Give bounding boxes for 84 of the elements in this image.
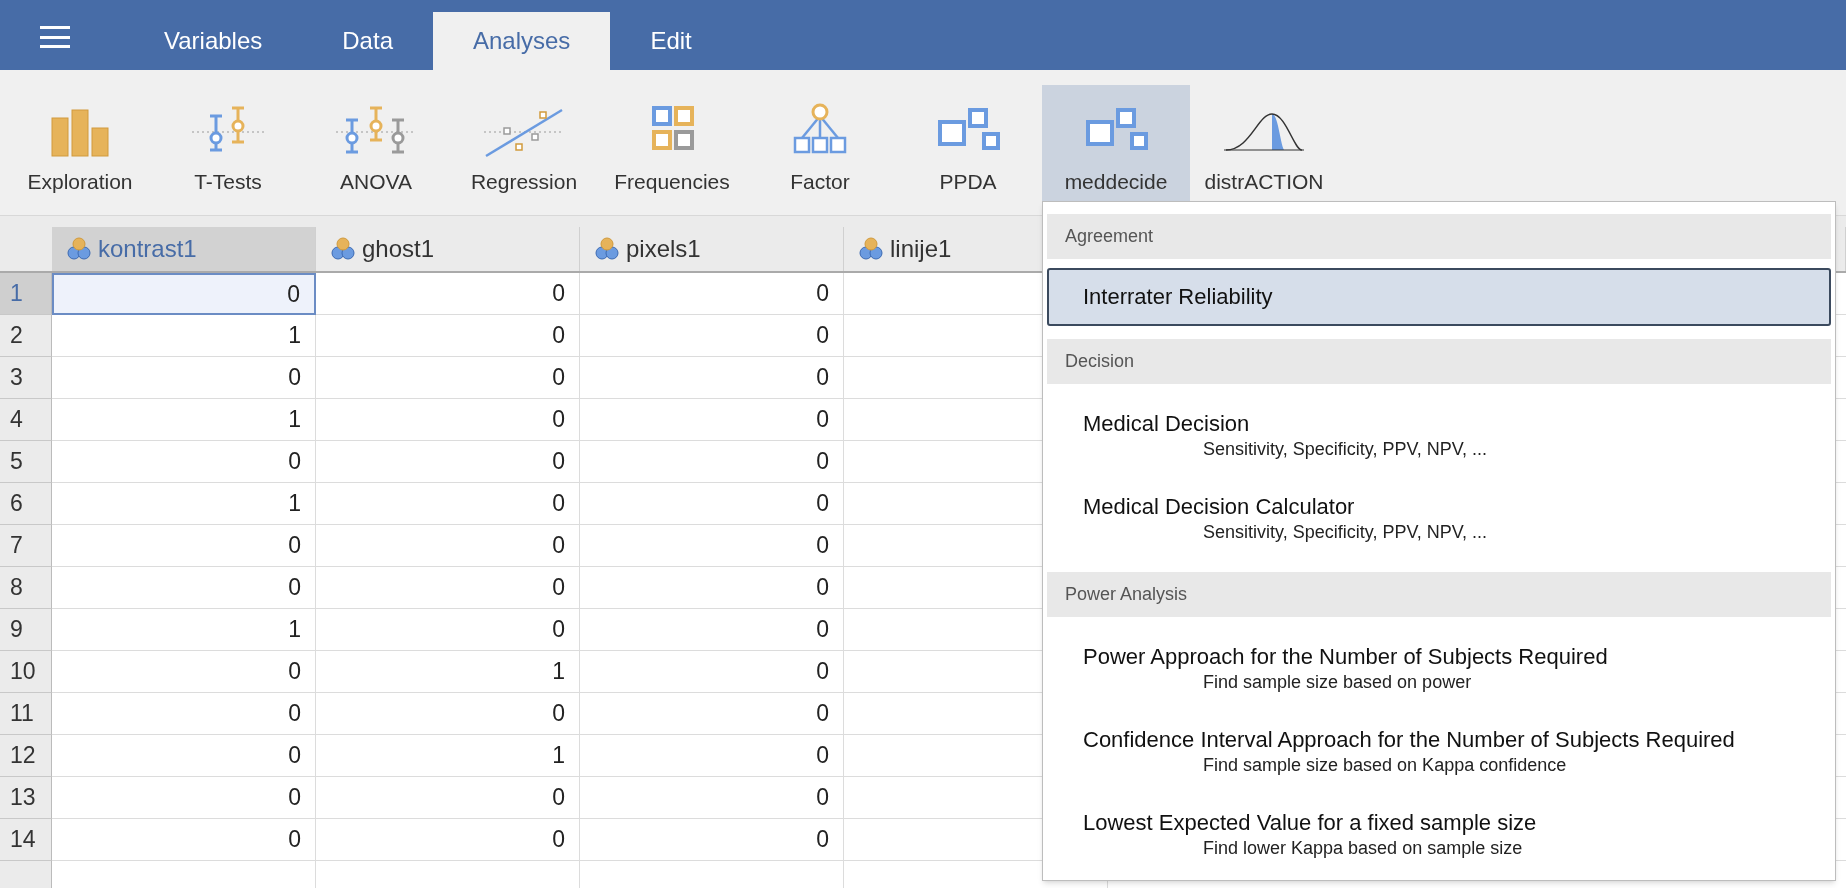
- table-cell: 0: [316, 441, 580, 483]
- toolbar-button[interactable]: Frequencies: [598, 85, 746, 215]
- table-cell: 1: [52, 399, 316, 441]
- row-number: 12: [0, 735, 52, 777]
- toolbar-button[interactable]: Exploration: [6, 85, 154, 215]
- table-cell: 0: [580, 273, 844, 315]
- menu-item[interactable]: Medical Decision Sensitivity, Specificity, PPV, NPV, ...: [1047, 393, 1831, 476]
- tab[interactable]: Edit: [610, 12, 732, 70]
- table-cell: 1: [52, 315, 316, 357]
- table-cell: 0: [316, 609, 580, 651]
- table-cell: 0: [580, 651, 844, 693]
- table-cell: 0: [52, 567, 316, 609]
- table-cell: 0: [52, 357, 316, 399]
- row-number: 13: [0, 777, 52, 819]
- row-number: 1: [0, 273, 52, 315]
- column-header[interactable]: ghost1: [316, 227, 580, 271]
- table-cell: 0: [580, 315, 844, 357]
- table-cell: 0: [580, 357, 844, 399]
- table-cell: 0: [316, 567, 580, 609]
- table-cell: 0: [52, 819, 316, 861]
- tab[interactable]: Analyses: [433, 12, 611, 70]
- table-cell: 0: [316, 357, 580, 399]
- table-cell: 0: [316, 273, 580, 315]
- table-cell: 0: [52, 777, 316, 819]
- menu-item[interactable]: Medical Decision Calculator Sensitivity, Specificity, PPV, NPV, ...: [1047, 476, 1831, 559]
- section-header: Decision: [1047, 339, 1831, 384]
- toolbar-button[interactable]: PPDA: [894, 85, 1042, 215]
- toolbar-button[interactable]: ANOVA: [302, 85, 450, 215]
- tab[interactable]: Data: [302, 12, 433, 70]
- table-cell: 0: [580, 777, 844, 819]
- table-cell: 1: [52, 609, 316, 651]
- menu-item[interactable]: Power Approach for the Number of Subjects Required Find sample size based on power: [1047, 626, 1831, 709]
- table-cell: 0: [316, 777, 580, 819]
- table-cell: 1: [316, 735, 580, 777]
- table-cell: 0: [580, 693, 844, 735]
- table-cell: 0: [316, 483, 580, 525]
- table-cell: 0: [316, 315, 580, 357]
- table-cell: 0: [316, 819, 580, 861]
- table-cell: 0: [580, 483, 844, 525]
- row-number: 4: [0, 399, 52, 441]
- table-cell: 0: [316, 693, 580, 735]
- row-number: 7: [0, 525, 52, 567]
- row-number: 6: [0, 483, 52, 525]
- table-cell: 1: [52, 483, 316, 525]
- table-cell: 0: [580, 567, 844, 609]
- table-cell: 0: [580, 609, 844, 651]
- table-cell: 0: [52, 693, 316, 735]
- row-number: 8: [0, 567, 52, 609]
- table-cell: 0: [580, 441, 844, 483]
- table-cell: 0: [580, 819, 844, 861]
- table-cell: 0: [52, 735, 316, 777]
- table-cell: 0: [316, 525, 580, 567]
- nominal-variable-icon: [594, 236, 620, 262]
- row-number: 10: [0, 651, 52, 693]
- table-cell: 0: [316, 399, 580, 441]
- row-number: 11: [0, 693, 52, 735]
- section-header: Agreement: [1047, 214, 1831, 259]
- tab[interactable]: Variables: [124, 12, 303, 70]
- section-header: Power Analysis: [1047, 572, 1831, 617]
- nominal-variable-icon: [330, 236, 356, 262]
- row-number: 9: [0, 609, 52, 651]
- menu-item[interactable]: Confidence Interval Approach for the Number of Subjects Required Find sample size based on Kappa confidence: [1047, 709, 1831, 792]
- row-number: 2: [0, 315, 52, 357]
- table-cell: 0: [52, 441, 316, 483]
- toolbar-button[interactable]: T-Tests: [154, 85, 302, 215]
- row-number: 5: [0, 441, 52, 483]
- table-cell: 0: [580, 735, 844, 777]
- table-cell: 1: [316, 651, 580, 693]
- table-cell: 0: [52, 651, 316, 693]
- menu-item[interactable]: Interrater Reliability: [1047, 268, 1831, 326]
- table-cell: 0: [52, 525, 316, 567]
- toolbar-button[interactable]: distrACTION: [1190, 85, 1338, 215]
- menu-item[interactable]: Lowest Expected Value for a fixed sample size Find lower Kappa based on sample size: [1047, 792, 1831, 875]
- nominal-variable-icon: [858, 236, 884, 262]
- nominal-variable-icon: [66, 236, 92, 262]
- table-cell: 0: [580, 399, 844, 441]
- column-header[interactable]: kontrast1: [52, 227, 316, 271]
- toolbar-button[interactable]: Regression: [450, 85, 598, 215]
- table-cell: 0: [580, 525, 844, 567]
- row-number: 3: [0, 357, 52, 399]
- row-number: 14: [0, 819, 52, 861]
- table-cell: 0: [52, 273, 316, 315]
- column-header[interactable]: pixels1: [580, 227, 844, 271]
- toolbar-button[interactable]: Factor: [746, 85, 894, 215]
